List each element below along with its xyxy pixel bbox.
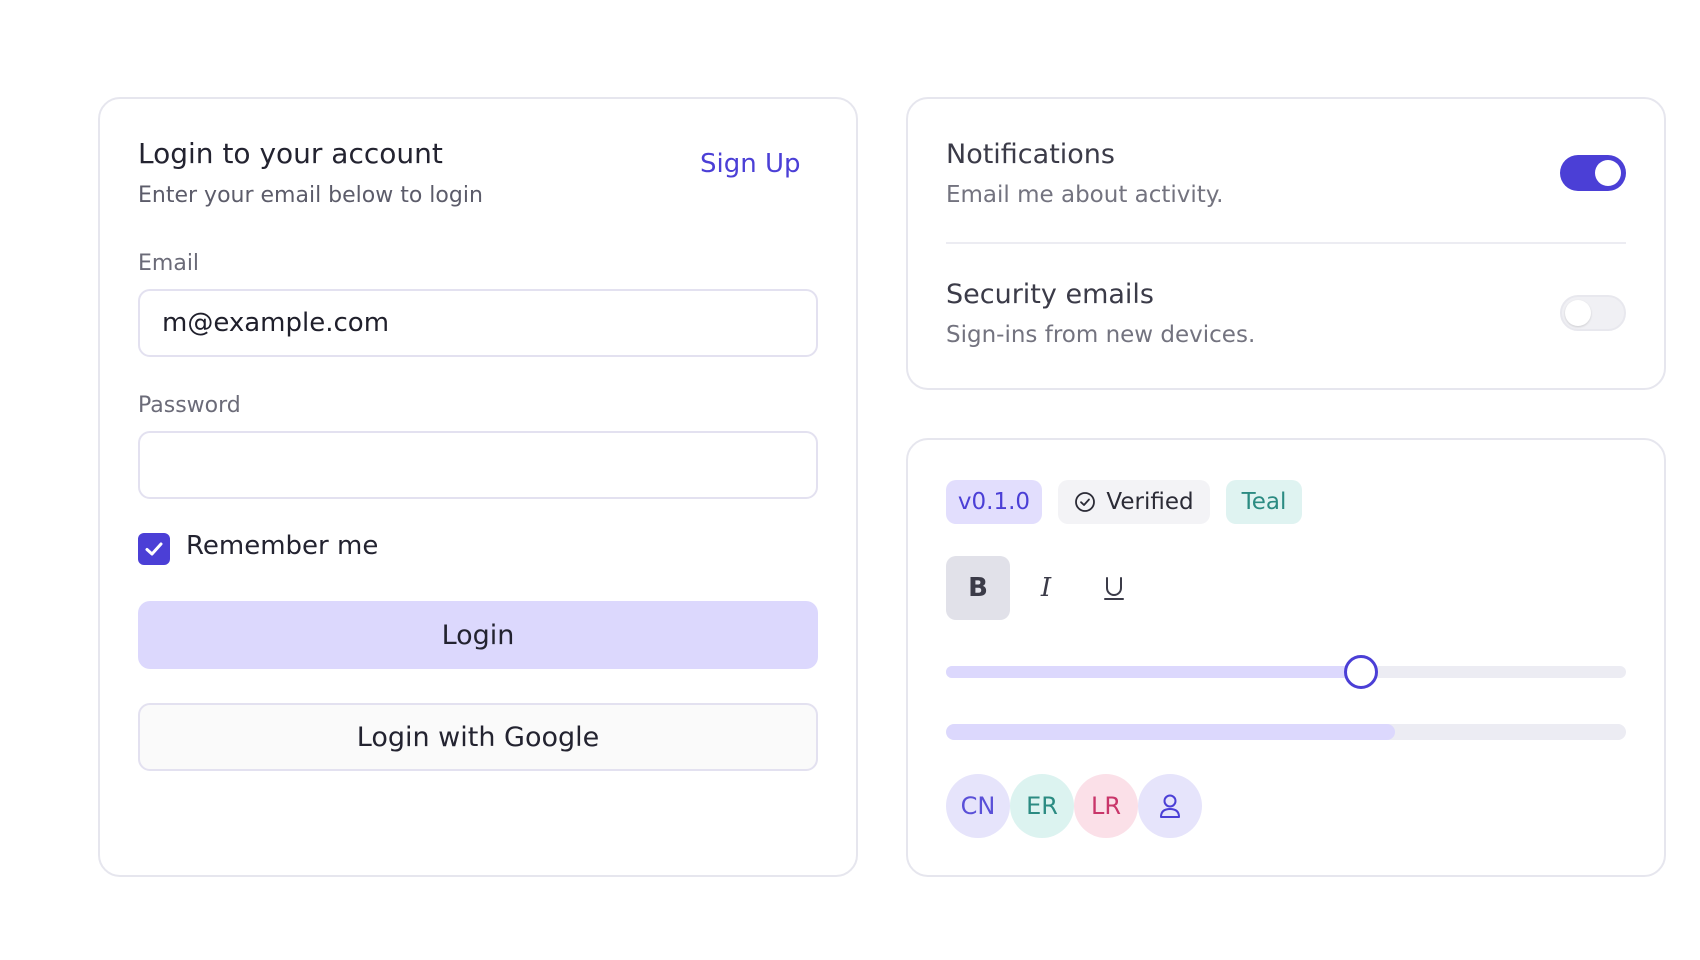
remember-me-checkbox[interactable] — [138, 533, 170, 565]
security-emails-title: Security emails — [946, 279, 1154, 310]
verified-badge: Verified — [1058, 480, 1210, 524]
version-badge: v0.1.0 — [946, 480, 1042, 524]
user-icon — [1160, 794, 1180, 818]
remember-me-label: Remember me — [186, 531, 379, 561]
avatar-cn: CN — [946, 774, 1010, 838]
teal-badge: Teal — [1226, 480, 1302, 524]
progress-indicator — [946, 724, 1395, 740]
security-emails-description: Sign-ins from new devices. — [946, 322, 1256, 348]
password-field[interactable] — [138, 431, 818, 499]
security-emails-toggle[interactable] — [1560, 295, 1626, 331]
progress-bar — [946, 724, 1626, 740]
email-field[interactable] — [138, 289, 818, 357]
bold-icon: B — [968, 573, 988, 603]
login-with-google-button[interactable]: Login with Google — [138, 703, 818, 771]
underline-icon — [1104, 577, 1124, 600]
notifications-title: Notifications — [946, 139, 1115, 170]
checkmark-icon — [145, 542, 163, 556]
italic-icon: I — [1040, 573, 1052, 603]
slider-track[interactable] — [946, 655, 1626, 689]
divider — [946, 242, 1626, 244]
bold-toggle-button[interactable]: B — [946, 556, 1010, 620]
email-label: Email — [138, 251, 200, 276]
login-subtitle: Enter your email below to login — [138, 183, 483, 208]
password-label: Password — [138, 393, 241, 418]
check-circle-icon — [1075, 492, 1096, 512]
avatar-er: ER — [1010, 774, 1074, 838]
login-button[interactable]: Login — [138, 601, 818, 669]
avatar-lr: LR — [1074, 774, 1138, 838]
notification-settings-card: Notifications Email me about activity. S… — [906, 97, 1666, 390]
italic-toggle-button[interactable]: I — [1014, 556, 1078, 620]
toggle-knob — [1565, 300, 1591, 326]
verified-badge-label: Verified — [1106, 489, 1194, 515]
notifications-toggle[interactable] — [1560, 155, 1626, 191]
slider-range — [946, 666, 1361, 678]
slider-thumb[interactable] — [1343, 655, 1378, 689]
notifications-description: Email me about activity. — [946, 182, 1224, 208]
sign-up-link[interactable]: Sign Up — [700, 149, 801, 179]
toggle-knob — [1595, 160, 1621, 186]
login-card: Login to your account Enter your email b… — [98, 97, 858, 877]
avatar-user — [1138, 774, 1202, 838]
underline-toggle-button[interactable] — [1082, 556, 1146, 620]
components-card: v0.1.0 Verified Teal B I CN ER LR — [906, 438, 1666, 877]
login-title: Login to your account — [138, 137, 443, 170]
